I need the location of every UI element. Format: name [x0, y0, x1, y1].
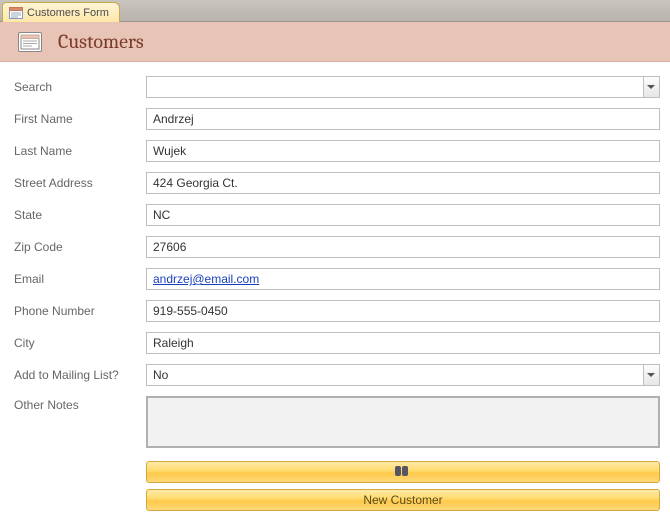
- label-state: State: [14, 208, 146, 222]
- tab-label: Customers Form: [27, 7, 109, 19]
- email-link[interactable]: andrzej@email.com: [153, 272, 259, 286]
- chevron-down-icon: [647, 373, 655, 377]
- form-body: Search First Name Last Name Street Addre…: [0, 62, 670, 527]
- label-last-name: Last Name: [14, 144, 146, 158]
- city-field[interactable]: [146, 332, 660, 354]
- street-address-field[interactable]: [146, 172, 660, 194]
- label-phone-number: Phone Number: [14, 304, 146, 318]
- search-combo[interactable]: [146, 76, 660, 98]
- mailing-list-combo[interactable]: [146, 364, 660, 386]
- first-name-field[interactable]: [146, 108, 660, 130]
- new-customer-label: New Customer: [363, 493, 442, 507]
- last-name-field[interactable]: [146, 140, 660, 162]
- label-zip-code: Zip Code: [14, 240, 146, 254]
- mailing-list-field[interactable]: [146, 364, 643, 386]
- find-button[interactable]: [146, 461, 660, 483]
- label-first-name: First Name: [14, 112, 146, 126]
- form-header-icon: [18, 32, 42, 52]
- phone-number-field[interactable]: [146, 300, 660, 322]
- state-field[interactable]: [146, 204, 660, 226]
- tab-strip: Customers Form: [0, 0, 670, 22]
- form-header: Customers: [0, 22, 670, 62]
- other-notes-field[interactable]: [146, 396, 660, 448]
- form-icon: [9, 7, 23, 19]
- email-field[interactable]: andrzej@email.com: [146, 268, 660, 290]
- label-email: Email: [14, 272, 146, 286]
- zip-code-field[interactable]: [146, 236, 660, 258]
- new-customer-button[interactable]: New Customer: [146, 489, 660, 511]
- label-other-notes: Other Notes: [14, 396, 146, 412]
- label-street-address: Street Address: [14, 176, 146, 190]
- chevron-down-icon: [647, 85, 655, 89]
- label-city: City: [14, 336, 146, 350]
- label-search: Search: [14, 80, 146, 94]
- label-mailing-list: Add to Mailing List?: [14, 368, 146, 382]
- tab-customers-form[interactable]: Customers Form: [2, 2, 120, 22]
- binoculars-icon: [395, 466, 411, 478]
- page-title: Customers: [58, 30, 144, 53]
- mailing-list-dropdown-button[interactable]: [643, 364, 660, 386]
- search-input[interactable]: [146, 76, 643, 98]
- search-dropdown-button[interactable]: [643, 76, 660, 98]
